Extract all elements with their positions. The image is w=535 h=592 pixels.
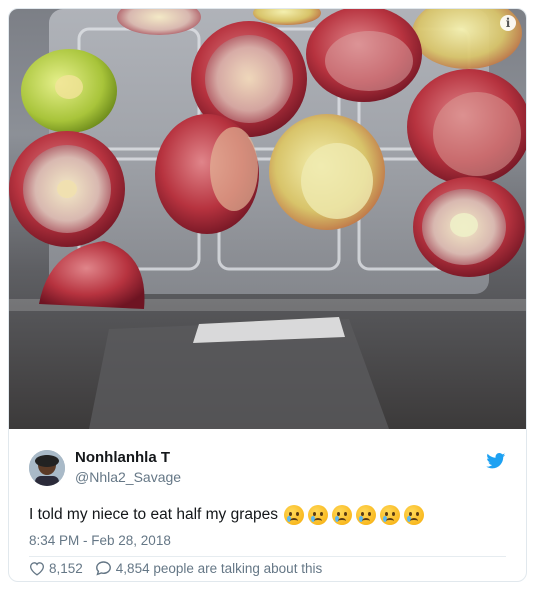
info-icon[interactable]: i — [500, 15, 516, 31]
twitter-bird-icon[interactable] — [486, 453, 506, 469]
speech-bubble-icon — [95, 561, 111, 576]
crying-face-icon — [403, 505, 424, 525]
reply-conversation-link[interactable]: 4,854 people are talking about this — [95, 560, 322, 576]
crying-face-icon — [307, 505, 328, 525]
grapes-photo-illustration — [9, 9, 526, 429]
tweet-text: I told my niece to eat half my grapes — [29, 505, 428, 525]
avatar[interactable] — [29, 450, 65, 486]
like-button[interactable]: 8,152 — [29, 561, 83, 576]
tweet-photo[interactable]: i — [9, 9, 526, 429]
tweet-actions: 8,152 4,854 people are talking about thi… — [29, 557, 334, 579]
talking-count-text: 4,854 people are talking about this — [115, 560, 323, 576]
tweet-timestamp[interactable]: 8:34 PM - Feb 28, 2018 — [29, 533, 171, 548]
user-handle[interactable]: @Nhla2_Savage — [75, 469, 181, 485]
tweet-text-content: I told my niece to eat half my grapes — [29, 506, 278, 523]
crying-face-icon — [283, 505, 304, 525]
crying-face-icon — [331, 505, 352, 525]
tweet-embed-card[interactable]: i Nonhlanhla T @Nhla2_Savage I told my n… — [8, 8, 527, 582]
display-name[interactable]: Nonhlanhla T — [75, 449, 170, 466]
crying-face-icon — [379, 505, 400, 525]
crying-face-icon — [355, 505, 376, 525]
heart-icon — [29, 561, 45, 576]
tweet-body: Nonhlanhla T @Nhla2_Savage I told my nie… — [9, 429, 526, 581]
emoji-row — [283, 505, 428, 525]
like-count: 8,152 — [49, 560, 83, 576]
